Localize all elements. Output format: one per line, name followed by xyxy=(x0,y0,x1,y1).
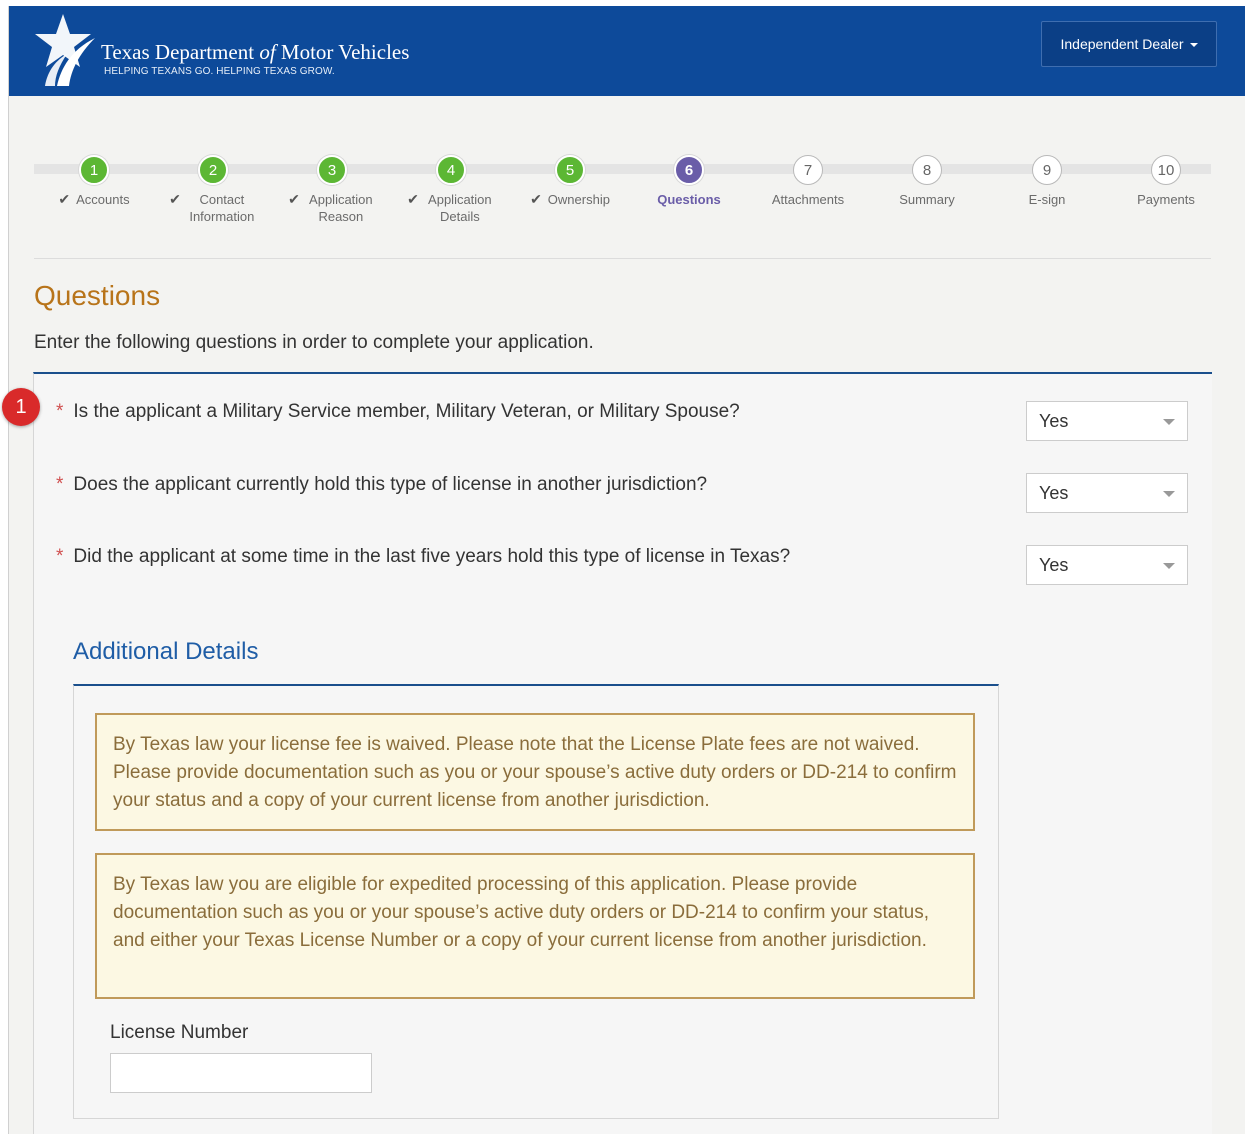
star-logo-icon xyxy=(35,14,95,86)
required-asterisk: * xyxy=(56,474,64,495)
site-header: Texas Department of Motor Vehicles HELPI… xyxy=(9,6,1245,96)
site-title-of: of xyxy=(259,40,276,64)
check-icon: ✔ xyxy=(288,191,300,207)
step-number: 7 xyxy=(793,155,823,185)
step-e-sign: 9 E-sign xyxy=(987,155,1107,208)
step-label-row: ✔ Contact Information xyxy=(153,191,273,225)
step-label-row: Summary xyxy=(867,191,987,208)
step-label: Questions xyxy=(657,192,721,207)
question-military: * Is the applicant a Military Service mem… xyxy=(56,401,740,423)
step-number: 8 xyxy=(912,155,942,185)
step-summary: 8 Summary xyxy=(867,155,987,208)
license-number-label: License Number xyxy=(110,1022,249,1043)
military-answer-select[interactable]: Yes xyxy=(1026,401,1188,441)
step-application-reason[interactable]: 3 ✔ Application Reason xyxy=(272,155,392,225)
texas-license-answer-select[interactable]: Yes xyxy=(1026,545,1188,585)
step-number: 9 xyxy=(1032,155,1062,185)
check-icon: ✔ xyxy=(169,191,181,207)
question-other-jurisdiction: * Does the applicant currently hold this … xyxy=(56,474,707,496)
caret-down-icon xyxy=(1163,563,1175,569)
select-value: Yes xyxy=(1039,555,1069,575)
step-number: 3 xyxy=(317,155,347,185)
dealer-label: Independent Dealer xyxy=(1060,36,1184,52)
step-label: E-sign xyxy=(1028,192,1066,207)
question-text: Did the applicant at some time in the la… xyxy=(73,546,791,567)
question-text: Does the applicant currently hold this t… xyxy=(73,474,708,495)
question-texas-license: * Did the applicant at some time in the l… xyxy=(56,546,790,568)
license-number-input[interactable] xyxy=(110,1053,372,1093)
step-accounts[interactable]: 1 ✔ Accounts xyxy=(34,155,154,208)
site-title-part1: Texas Department xyxy=(101,40,260,64)
required-asterisk: * xyxy=(56,546,64,567)
page-title: Questions xyxy=(34,280,161,311)
step-label-row: ✔ Ownership xyxy=(510,191,630,208)
step-number: 6 xyxy=(674,155,704,185)
step-application-details[interactable]: 4 ✔ Application Details xyxy=(391,155,511,225)
step-number: 2 xyxy=(198,155,228,185)
step-label-row: E-sign xyxy=(987,191,1107,208)
step-label-row: ✔ Application Details xyxy=(391,191,511,225)
step-label-row: Questions xyxy=(629,191,749,208)
check-icon: ✔ xyxy=(530,191,542,207)
caret-down-icon xyxy=(1163,419,1175,425)
site-title[interactable]: Texas Department of Motor Vehicles xyxy=(101,40,409,65)
step-payments: 10 Payments xyxy=(1106,155,1226,208)
independent-dealer-dropdown[interactable]: Independent Dealer xyxy=(1041,21,1217,67)
expedited-processing-notice: By Texas law you are eligible for expedi… xyxy=(95,853,975,999)
step-label: Application Details xyxy=(428,192,492,224)
step-contact-information[interactable]: 2 ✔ Contact Information xyxy=(153,155,273,225)
stepper-divider xyxy=(34,258,1211,259)
required-asterisk: * xyxy=(56,401,64,422)
step-label: Application Reason xyxy=(309,192,373,224)
step-number: 1 xyxy=(79,155,109,185)
step-label-row: ✔ Accounts xyxy=(34,191,154,208)
step-label-row: Attachments xyxy=(748,191,868,208)
select-value: Yes xyxy=(1039,411,1069,431)
step-number: 4 xyxy=(436,155,466,185)
step-label: Payments xyxy=(1137,192,1195,207)
step-label: Ownership xyxy=(547,192,610,207)
step-label-row: Payments xyxy=(1106,191,1226,208)
check-icon: ✔ xyxy=(58,191,71,207)
step-questions: 6 Questions xyxy=(629,155,749,208)
site-tagline: HELPING TEXANS GO. HELPING TEXAS GROW. xyxy=(104,66,335,77)
site-title-part2: Motor Vehicles xyxy=(275,40,410,64)
caret-down-icon xyxy=(1189,43,1198,47)
step-label: Attachments xyxy=(771,192,845,207)
step-badge: 1 xyxy=(2,388,40,426)
step-label-row: ✔ Application Reason xyxy=(272,191,392,225)
step-ownership[interactable]: 5 ✔ Ownership xyxy=(510,155,630,208)
select-value: Yes xyxy=(1039,483,1069,503)
step-number: 10 xyxy=(1151,155,1181,185)
caret-down-icon xyxy=(1163,491,1175,497)
step-label: Accounts xyxy=(76,192,130,207)
additional-details-title: Additional Details xyxy=(73,638,259,665)
progress-stepper: 1 ✔ Accounts 2 ✔ Contact Information 3 ✔ Applica… xyxy=(34,155,1211,235)
fee-waived-notice: By Texas law your license fee is waived.… xyxy=(95,713,975,831)
step-label: Summary xyxy=(899,192,955,207)
check-icon: ✔ xyxy=(407,191,419,207)
step-attachments: 7 Attachments xyxy=(748,155,868,208)
other-jurisdiction-answer-select[interactable]: Yes xyxy=(1026,473,1188,513)
step-label: Contact Information xyxy=(189,192,255,224)
question-text: Is the applicant a Military Service memb… xyxy=(73,401,740,422)
page-subtitle: Enter the following questions in order t… xyxy=(34,332,594,353)
step-number: 5 xyxy=(555,155,585,185)
